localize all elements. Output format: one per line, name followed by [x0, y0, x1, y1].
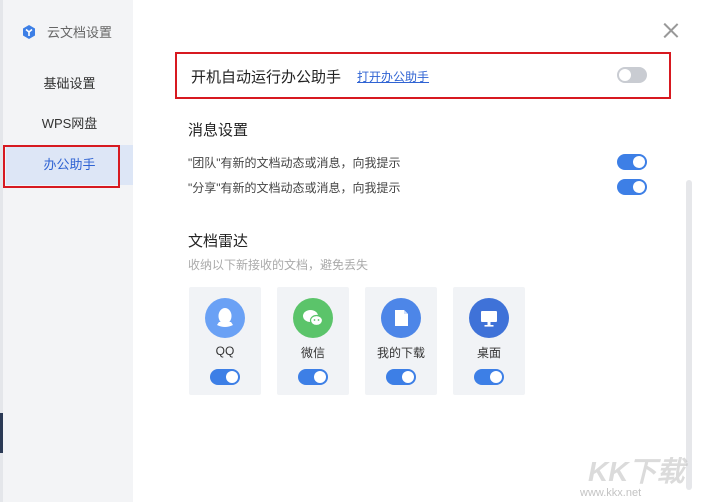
desktop-radar-toggle[interactable] [474, 369, 504, 385]
toggle-knob [633, 156, 645, 168]
background-window-edge [0, 413, 3, 453]
watermark-url: www.kkx.net [580, 487, 642, 499]
autostart-toggle[interactable] [617, 67, 647, 83]
wechat-radar-toggle[interactable] [298, 369, 328, 385]
radar-card-desktop: 桌面 [453, 287, 525, 395]
qq-icon [205, 298, 245, 338]
radar-card-downloads: 我的下载 [365, 287, 437, 395]
radar-card-wechat: 微信 [277, 287, 349, 395]
watermark-brand: KK下载 [588, 456, 685, 487]
vertical-scrollbar[interactable] [686, 180, 692, 490]
toggle-knob [226, 371, 238, 383]
team-message-toggle[interactable] [617, 154, 647, 170]
doc-radar-description: 收纳以下新接收的文档，避免丢失 [188, 258, 369, 272]
radar-card-qq: QQ [189, 287, 261, 395]
share-message-toggle[interactable] [617, 179, 647, 195]
radar-card-label: 微信 [300, 346, 325, 360]
qq-radar-toggle[interactable] [210, 369, 240, 385]
toggle-knob [402, 371, 414, 383]
sidebar-item-basic-settings[interactable]: 基础设置 [6, 64, 133, 104]
toggle-knob [314, 371, 326, 383]
sidebar: 云文档设置 基础设置 WPS网盘 办公助手 [0, 0, 133, 502]
toggle-knob [490, 371, 502, 383]
share-message-label: "分享"有新的文档动态或消息，向我提示 [188, 181, 401, 195]
settings-panel: 开机自动运行办公助手 打开办公助手 消息设置 "团队"有新的文档动态或消息，向我… [133, 0, 705, 502]
close-icon[interactable] [663, 22, 679, 38]
toggle-knob [633, 181, 645, 193]
sidebar-highlight-box [3, 145, 120, 188]
message-settings-title: 消息设置 [188, 122, 249, 139]
autostart-label: 开机自动运行办公助手 [191, 69, 342, 86]
app-header: 云文档设置 [21, 22, 112, 41]
open-assistant-link[interactable]: 打开办公助手 [357, 68, 429, 85]
download-file-icon [381, 298, 421, 338]
downloads-radar-toggle[interactable] [386, 369, 416, 385]
cloud-doc-logo-icon [23, 24, 35, 39]
radar-card-label: QQ [215, 344, 235, 358]
desktop-icon [469, 298, 509, 338]
doc-radar-title: 文档雷达 [188, 233, 249, 250]
window-title: 云文档设置 [47, 25, 113, 40]
sidebar-item-wps-drive[interactable]: WPS网盘 [6, 104, 133, 144]
team-message-label: "团队"有新的文档动态或消息，向我提示 [188, 156, 401, 170]
radar-card-label: 桌面 [476, 346, 501, 360]
radar-card-label: 我的下载 [376, 346, 425, 360]
toggle-knob [619, 69, 631, 81]
autostart-row: 开机自动运行办公助手 打开办公助手 [175, 52, 671, 99]
wechat-icon [293, 298, 333, 338]
